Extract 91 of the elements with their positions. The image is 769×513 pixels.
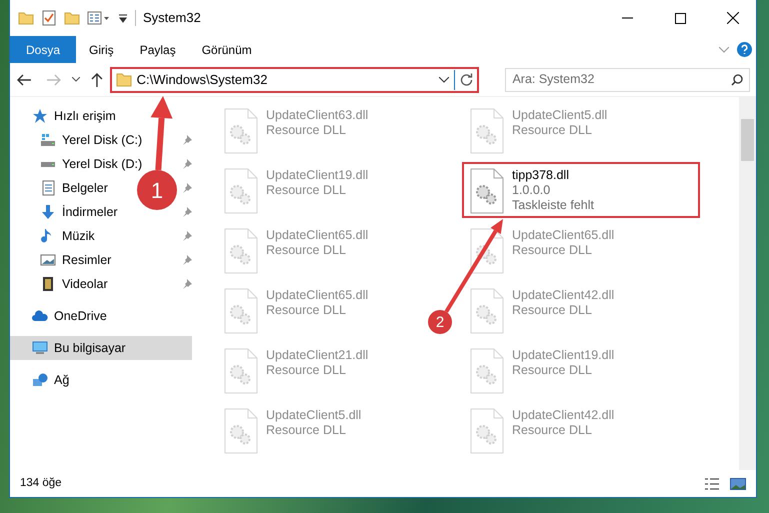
close-icon[interactable]: [727, 12, 739, 24]
cloud-icon: [32, 308, 48, 324]
details-view-icon[interactable]: [704, 476, 720, 490]
sidebar-item[interactable]: Müzik: [10, 224, 99, 248]
dll-file-icon: [224, 228, 258, 274]
sidebar-item[interactable]: Yerel Disk (C:): [10, 128, 146, 152]
dll-file-icon: [470, 348, 504, 394]
pin-icon[interactable]: [182, 159, 192, 169]
file-detail: Resource DLL: [512, 303, 593, 318]
dll-file-icon: [224, 108, 258, 154]
sidebar-item[interactable]: Belgeler: [10, 176, 112, 200]
search-icon[interactable]: [731, 74, 743, 86]
dll-file-icon: [224, 348, 258, 394]
document-icon: [40, 180, 56, 196]
vertical-scrollbar[interactable]: [739, 97, 756, 470]
drive-icon: [40, 162, 56, 166]
file-name: tipp378.dll: [512, 168, 570, 183]
file-detail: Resource DLL: [512, 423, 593, 438]
dll-file-icon: [470, 408, 504, 454]
sidebar-item[interactable]: OneDrive: [10, 304, 111, 328]
sidebar-item[interactable]: Resimler: [10, 248, 116, 272]
file-name: UpdateClient42.dll: [512, 408, 614, 423]
pin-icon[interactable]: [182, 255, 192, 265]
file-detail: Resource DLL: [266, 423, 347, 438]
callout-number: 1: [137, 170, 177, 210]
file-name: UpdateClient19.dll: [266, 168, 368, 183]
folder-icon: [116, 72, 132, 86]
file-detail: Resource DLL: [266, 303, 347, 318]
file-detail: Resource DLL: [512, 123, 593, 138]
help-icon[interactable]: [737, 42, 752, 57]
file-name: UpdateClient19.dll: [512, 348, 614, 363]
file-name: UpdateClient65.dll: [512, 228, 614, 243]
sidebar-item[interactable]: İndirmeler: [10, 200, 122, 224]
file-name: UpdateClient42.dll: [512, 288, 614, 303]
file-name: UpdateClient63.dll: [266, 108, 368, 123]
file-name: UpdateClient65.dll: [266, 228, 368, 243]
item-count: 134 öğe: [20, 476, 62, 491]
sidebar-item[interactable]: Hızlı erişim: [10, 104, 120, 128]
film-icon: [40, 276, 56, 292]
ribbon-tab[interactable]: Dosya: [10, 36, 76, 63]
chevron-down-icon[interactable]: [72, 77, 80, 82]
star-icon: [32, 108, 48, 124]
drive-icon: [40, 132, 56, 148]
address-bar[interactable]: C:\Windows\System32: [110, 66, 480, 92]
file-detail: Resource DLL: [512, 363, 593, 378]
pin-icon[interactable]: [182, 231, 192, 241]
network-icon: [32, 372, 48, 388]
file-name: UpdateClient5.dll: [512, 108, 608, 123]
chevron-down-icon[interactable]: [439, 76, 450, 82]
file-detail: Resource DLL: [266, 123, 347, 138]
picture-icon: [40, 252, 56, 268]
dll-file-icon: [224, 168, 258, 214]
search-box[interactable]: Ara: System32: [505, 68, 750, 92]
file-detail: Resource DLL: [266, 363, 347, 378]
dll-file-icon: [224, 408, 258, 454]
file-detail: Resource DLL: [266, 183, 347, 198]
file-detail: Resource DLL: [512, 243, 593, 258]
dll-file-icon: [224, 288, 258, 334]
properties-icon[interactable]: [87, 10, 111, 26]
dll-file-icon: [470, 228, 504, 274]
maximize-icon[interactable]: [674, 12, 686, 24]
pin-icon[interactable]: [182, 207, 192, 217]
pin-icon[interactable]: [182, 135, 192, 145]
sidebar-item[interactable]: Ağ: [10, 368, 74, 392]
computer-icon: [32, 340, 48, 356]
back-arrow-icon[interactable]: [16, 72, 32, 86]
sidebar-item[interactable]: Bu bilgisayar: [10, 336, 192, 360]
file-name: UpdateClient21.dll: [266, 348, 368, 363]
checklist-icon[interactable]: [41, 10, 57, 26]
file-detail: Taskleiste fehlt: [512, 198, 594, 213]
ribbon-tab[interactable]: Görünüm: [188, 36, 265, 63]
large-icons-view-icon[interactable]: [730, 476, 746, 490]
minimize-icon[interactable]: [622, 17, 632, 19]
pin-icon[interactable]: [182, 183, 192, 193]
callout-number: 2: [428, 310, 452, 334]
file-name: UpdateClient65.dll: [266, 288, 368, 303]
file-detail: Resource DLL: [266, 243, 347, 258]
pin-icon[interactable]: [182, 279, 192, 289]
ribbon-tab[interactable]: Paylaş: [126, 36, 189, 63]
sidebar-item[interactable]: Videolar: [10, 272, 112, 296]
ribbon-tab[interactable]: Giriş: [76, 36, 127, 63]
refresh-icon[interactable]: [460, 73, 474, 86]
file-name: UpdateClient5.dll: [266, 408, 362, 423]
up-arrow-icon[interactable]: [90, 72, 104, 88]
dll-file-icon: [470, 108, 504, 154]
dll-file-icon: [470, 288, 504, 334]
dll-file-icon: [470, 168, 504, 214]
file-item[interactable]: tipp378.dll 1.0.0.0 Taskleiste fehlt: [462, 162, 700, 218]
window-title: System32: [143, 9, 201, 28]
download-arrow-icon: [40, 204, 56, 220]
file-detail: 1.0.0.0: [512, 183, 552, 198]
